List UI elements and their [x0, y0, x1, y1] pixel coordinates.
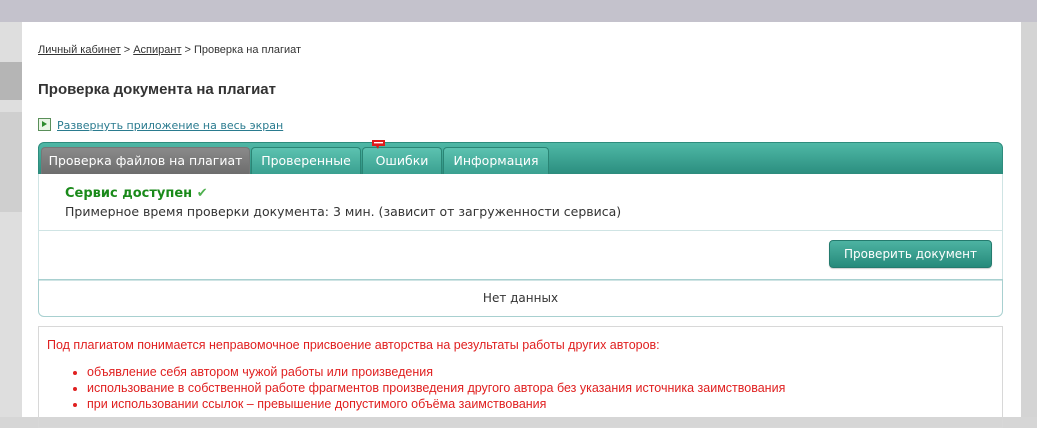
- breadcrumb-separator: >: [184, 44, 191, 56]
- plagiarism-info-box: Под плагиатом понимается неправомочное п…: [38, 326, 1003, 428]
- expand-fullscreen-link[interactable]: Развернуть приложение на весь экран: [57, 119, 283, 132]
- breadcrumb-separator: >: [123, 44, 131, 56]
- check-icon: ✔: [196, 186, 208, 201]
- list-item: объявление себя автором чужой работы или…: [87, 364, 785, 380]
- scrollbar-track[interactable]: [1021, 22, 1037, 417]
- info-lead-text: Под плагиатом понимается неправомочное п…: [47, 338, 660, 352]
- tab-checked[interactable]: Проверенные: [251, 147, 361, 174]
- tab-bar: Проверка файлов на плагиат Проверенные О…: [38, 140, 1003, 174]
- list-item: при использовании ссылок – превышение до…: [87, 396, 785, 412]
- list-item: использование в собственной работе фрагм…: [87, 380, 785, 396]
- new-badge-icon: [372, 140, 385, 149]
- breadcrumb-current: Проверка на плагиат: [193, 44, 302, 56]
- check-document-button[interactable]: Проверить документ: [829, 240, 992, 268]
- left-sidebar-strip: [0, 22, 22, 417]
- page-title: Проверка документа на плагиат: [38, 81, 277, 98]
- breadcrumb: Личный кабинет > Аспирант > Проверка на плаг…: [38, 44, 301, 56]
- empty-state-text: Нет данных: [482, 291, 559, 305]
- status-title-text: Сервис доступен: [65, 186, 193, 201]
- breadcrumb-section-link[interactable]: Аспирант: [133, 44, 181, 56]
- tab-errors-label: Ошибки: [375, 153, 429, 168]
- info-list: объявление себя автором чужой работы или…: [39, 364, 785, 412]
- actions-panel: Проверить документ: [38, 230, 1003, 281]
- tab-check-files[interactable]: Проверка файлов на плагиат: [41, 147, 250, 174]
- content-page: Личный кабинет > Аспирант > Проверка на плаг…: [22, 22, 1021, 428]
- expand-fullscreen[interactable]: Развернуть приложение на весь экран: [38, 118, 283, 132]
- browser-top-bar: [0, 0, 1037, 22]
- expand-icon[interactable]: [38, 118, 51, 131]
- results-table: Нет данных: [38, 279, 1003, 317]
- breadcrumb-home-link[interactable]: Личный кабинет: [38, 44, 121, 56]
- status-estimate: Примерное время проверки документа: 3 ми…: [65, 204, 622, 219]
- service-status-panel: Сервис доступен ✔ Примерное время провер…: [38, 174, 1003, 231]
- tab-info[interactable]: Информация: [443, 147, 549, 174]
- tab-errors[interactable]: Ошибки: [362, 140, 442, 174]
- status-title: Сервис доступен ✔: [65, 186, 208, 201]
